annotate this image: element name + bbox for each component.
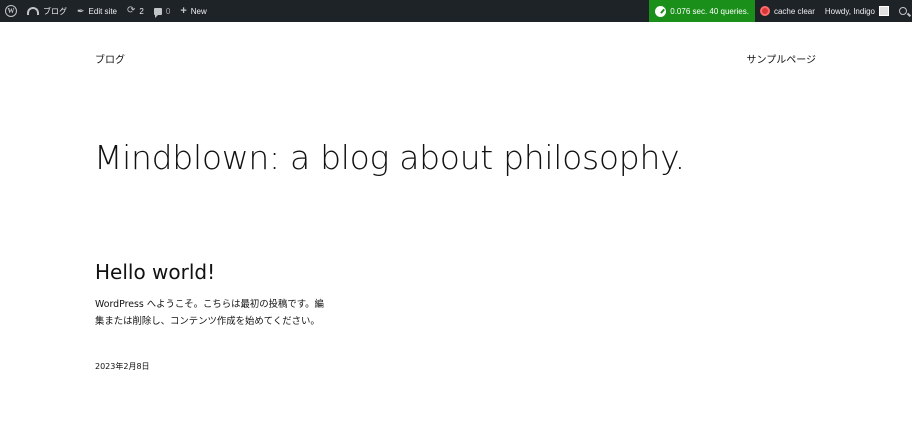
post-title-link[interactable]: Hello world! [95,260,215,284]
new-label: New [190,6,207,16]
search-icon [899,7,907,15]
comments-button[interactable]: 0 [149,0,175,22]
my-account-menu[interactable]: Howdy, Indigo [820,0,894,22]
gauge-icon [655,5,667,17]
cache-icon [759,6,770,16]
admin-bar: W ブログ ✒ Edit site ⟳ 2 0 + New 0.076 sec.… [0,0,912,22]
comment-icon [153,7,162,18]
cache-clear-button[interactable]: cache clear [755,0,820,22]
cache-clear-label: cache clear [773,6,815,16]
plus-icon: + [180,4,187,17]
post-excerpt: WordPress へようこそ。こちらは最初の投稿です。編集または削除し、コンテ… [95,299,324,327]
query-monitor-button[interactable]: 0.076 sec. 40 queries. [649,0,755,22]
site-name-menu[interactable]: ブログ [22,0,72,22]
edit-site-button[interactable]: ✒ Edit site [72,0,122,22]
nav-item-sample-page[interactable]: サンプルページ [747,51,817,66]
brush-icon: ✒ [77,5,85,16]
edit-site-label: Edit site [88,6,118,16]
howdy-label: Howdy, Indigo [824,6,875,16]
admin-bar-left: W ブログ ✒ Edit site ⟳ 2 0 + New [0,0,212,22]
update-icon: ⟳ [127,5,136,16]
site-title-link[interactable]: ブログ [95,51,125,66]
query-stats: 0.076 sec. 40 queries. [670,6,749,16]
wordpress-logo-icon: W [5,5,17,17]
comments-count: 0 [165,6,171,16]
admin-search-button[interactable] [894,0,912,22]
dashboard-icon [27,7,39,15]
site-name-label: ブログ [43,6,67,16]
avatar [879,6,889,16]
updates-button[interactable]: ⟳ 2 [122,0,149,22]
admin-bar-right: 0.076 sec. 40 queries. cache clear Howdy… [649,0,912,22]
page-heading: Mindblown: a blog about philosophy. [94,138,685,177]
new-content-button[interactable]: + New [175,0,211,22]
updates-count: 2 [139,6,144,16]
post-date: 2023年2月8日 [95,362,150,371]
wp-logo-menu[interactable]: W [0,0,22,22]
